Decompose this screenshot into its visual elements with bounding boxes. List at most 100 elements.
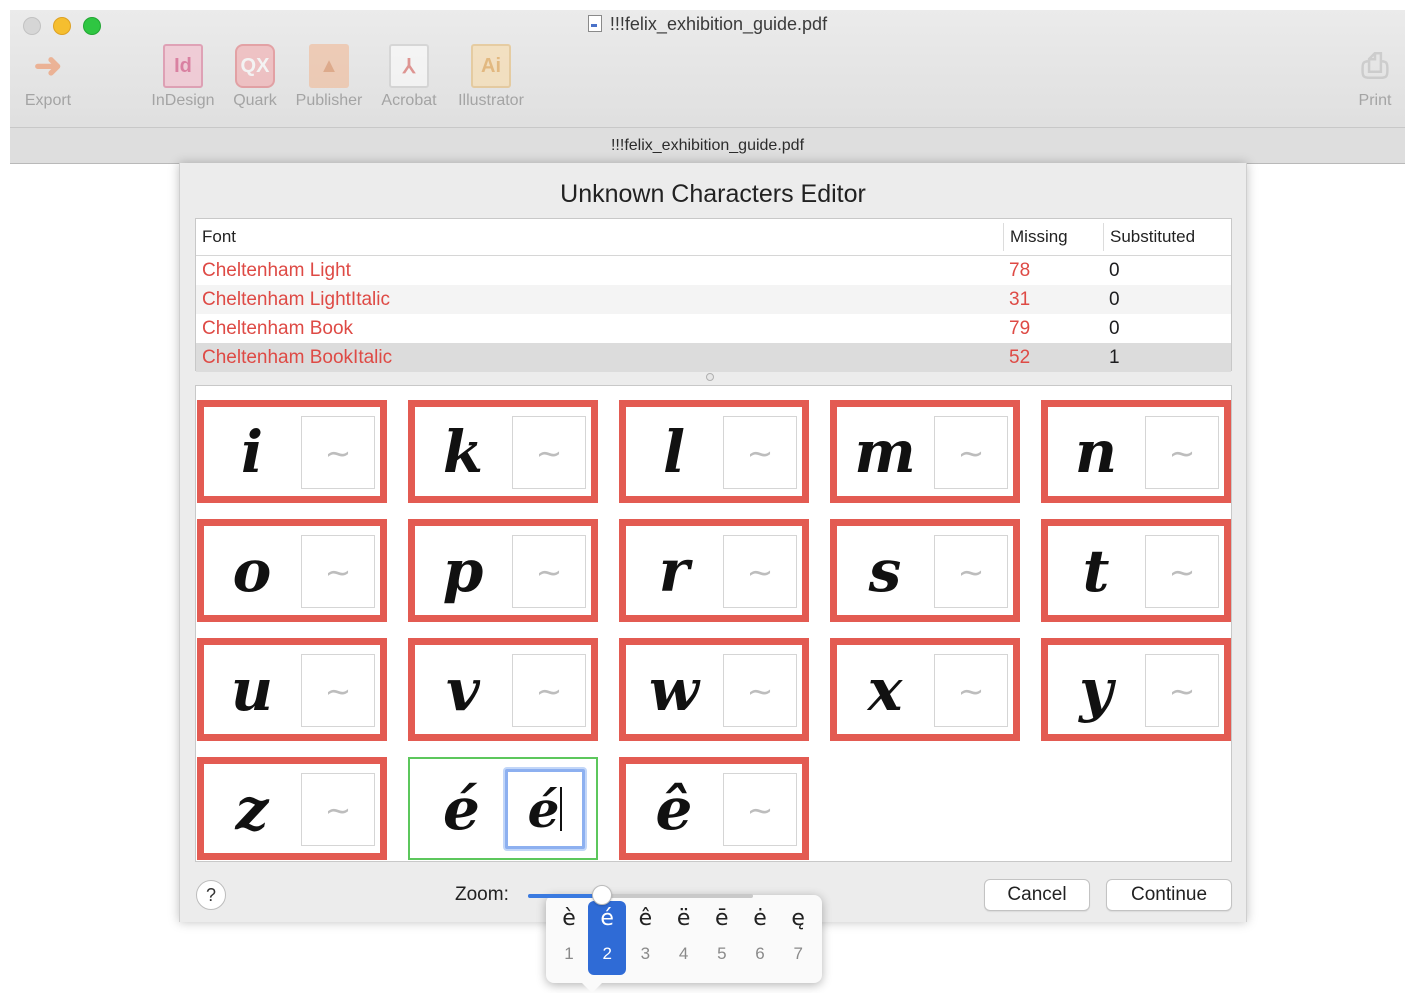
font-row[interactable]: Cheltenham LightItalic 31 0 <box>196 285 1231 314</box>
glyph-cell-resolved[interactable]: éé <box>408 757 598 860</box>
missing-glyph: x <box>867 655 903 724</box>
toolbar-print-button[interactable]: ⎙ Print <box>1350 44 1400 110</box>
glyph-cell-missing[interactable]: s ~ <box>830 519 1020 622</box>
substitute-input[interactable]: ~ <box>301 654 375 727</box>
accent-option-selected[interactable]: é2 <box>588 901 627 975</box>
accent-character: ę <box>791 906 805 931</box>
accent-shortcut-number: 3 <box>640 944 651 963</box>
missing-glyph: y <box>1079 655 1113 724</box>
toolbar-illustrator-label: Illustrator <box>458 92 524 109</box>
zoom-slider[interactable] <box>528 885 753 905</box>
glyph-cell-missing[interactable]: v ~ <box>408 638 598 741</box>
substitute-input[interactable]: ~ <box>301 535 375 608</box>
column-header-missing[interactable]: Missing <box>1003 223 1101 251</box>
substitute-input[interactable]: ~ <box>934 416 1008 489</box>
substitute-value: ~ <box>1168 433 1196 472</box>
accent-option[interactable]: è1 <box>550 901 588 975</box>
substitute-input[interactable]: ~ <box>934 535 1008 608</box>
column-header-substituted[interactable]: Substituted <box>1103 223 1231 251</box>
toolbar-export-label: Export <box>24 92 72 109</box>
app-window: !!!felix_exhibition_guide.pdf ➜ Export I… <box>10 10 1405 164</box>
glyph-cell-missing[interactable]: o ~ <box>197 519 387 622</box>
toolbar-export-button[interactable]: ➜ Export <box>18 44 78 110</box>
accent-option[interactable]: ê3 <box>626 901 664 975</box>
accent-shortcut-number: 4 <box>678 944 689 963</box>
missing-glyph: t <box>1082 536 1110 605</box>
substitute-value: ~ <box>1168 552 1196 591</box>
toolbar-indesign-label: InDesign <box>151 92 215 109</box>
zoom-slider-fill <box>528 894 603 898</box>
substitute-input[interactable]: ~ <box>1145 654 1219 727</box>
substitute-input[interactable]: ~ <box>723 535 797 608</box>
indesign-icon: Id <box>163 44 203 88</box>
missing-glyph: s <box>868 536 902 605</box>
glyph-cell-missing[interactable]: ê ~ <box>619 757 809 860</box>
glyph-cell-missing[interactable]: z ~ <box>197 757 387 860</box>
font-name: Cheltenham Book <box>202 318 354 339</box>
substitute-value: ~ <box>535 671 563 710</box>
continue-button[interactable]: Continue <box>1106 879 1232 911</box>
glyph-cell-missing[interactable]: i ~ <box>197 400 387 503</box>
substitute-input[interactable]: ~ <box>512 654 586 727</box>
font-row-selected[interactable]: Cheltenham BookItalic 52 1 <box>196 343 1231 372</box>
substitute-input[interactable]: ~ <box>1145 535 1219 608</box>
substitute-input[interactable]: ~ <box>512 416 586 489</box>
glyph-cell-missing[interactable]: w ~ <box>619 638 809 741</box>
substitute-input[interactable]: ~ <box>301 416 375 489</box>
toolbar-quark-label: Quark <box>233 92 277 109</box>
substitute-input[interactable]: ~ <box>934 654 1008 727</box>
accent-option[interactable]: ë4 <box>665 901 703 975</box>
missing-count: 52 <box>1009 347 1031 368</box>
glyph-cell-missing[interactable]: n ~ <box>1041 400 1231 503</box>
accent-character: ë <box>676 906 691 931</box>
font-row[interactable]: Cheltenham Book 79 0 <box>196 314 1231 343</box>
accent-option[interactable]: ė6 <box>741 901 779 975</box>
substitute-input[interactable]: ~ <box>301 773 375 846</box>
substitute-value: ~ <box>746 552 774 591</box>
accent-option[interactable]: ē5 <box>703 901 741 975</box>
glyph-cell-missing[interactable]: t ~ <box>1041 519 1231 622</box>
missing-count: 78 <box>1009 260 1031 281</box>
missing-glyph: n <box>1074 417 1118 486</box>
toolbar-illustrator-button[interactable]: Ai Illustrator <box>450 44 532 110</box>
missing-glyph: o <box>232 536 272 605</box>
glyph-cell-missing[interactable]: m ~ <box>830 400 1020 503</box>
substitute-value: ~ <box>324 790 352 829</box>
substitute-input[interactable]: ~ <box>1145 416 1219 489</box>
toolbar-indesign-button[interactable]: Id InDesign <box>146 44 220 110</box>
substitute-input[interactable]: ~ <box>723 416 797 489</box>
glyph-cell-missing[interactable]: k ~ <box>408 400 598 503</box>
substitute-value: ~ <box>746 671 774 710</box>
substitute-value: ~ <box>957 433 985 472</box>
unknown-characters-dialog: Unknown Characters Editor Font Missing S… <box>179 163 1247 993</box>
document-tab[interactable]: !!!felix_exhibition_guide.pdf <box>10 127 1405 163</box>
toolbar-publisher-label: Publisher <box>295 92 363 109</box>
substitute-input[interactable]: é <box>505 769 585 849</box>
font-row[interactable]: Cheltenham Light 78 0 <box>196 256 1231 285</box>
toolbar-quark-button[interactable]: QX Quark <box>228 44 282 110</box>
window-title: !!!felix_exhibition_guide.pdf <box>10 14 1405 35</box>
export-arrow-icon: ➜ <box>33 47 63 85</box>
accent-character: è <box>562 906 576 931</box>
glyph-cell-missing[interactable]: x ~ <box>830 638 1020 741</box>
split-view-handle[interactable] <box>706 373 714 381</box>
toolbar-acrobat-button[interactable]: ⅄ Acrobat <box>376 44 442 110</box>
glyph-cell-missing[interactable]: l ~ <box>619 400 809 503</box>
glyph-cell-missing[interactable]: p ~ <box>408 519 598 622</box>
help-button[interactable]: ? <box>196 880 226 910</box>
glyph-cell-missing[interactable]: y ~ <box>1041 638 1231 741</box>
substitute-input[interactable]: ~ <box>723 773 797 846</box>
substitute-value: ~ <box>535 552 563 591</box>
toolbar-publisher-button[interactable]: ▲ Publisher <box>290 44 368 110</box>
column-header-font[interactable]: Font <box>196 219 1001 255</box>
missing-glyph: w <box>649 655 699 724</box>
substitute-input[interactable]: ~ <box>723 654 797 727</box>
cancel-button[interactable]: Cancel <box>984 879 1090 911</box>
accent-shortcut-number: 1 <box>564 944 574 963</box>
glyph-cell-missing[interactable]: r ~ <box>619 519 809 622</box>
glyph-cell-missing[interactable]: u ~ <box>197 638 387 741</box>
substitute-value: ~ <box>957 552 985 591</box>
substitute-value: ~ <box>324 671 352 710</box>
substitute-input[interactable]: ~ <box>512 535 586 608</box>
accent-option[interactable]: ę7 <box>779 901 817 975</box>
